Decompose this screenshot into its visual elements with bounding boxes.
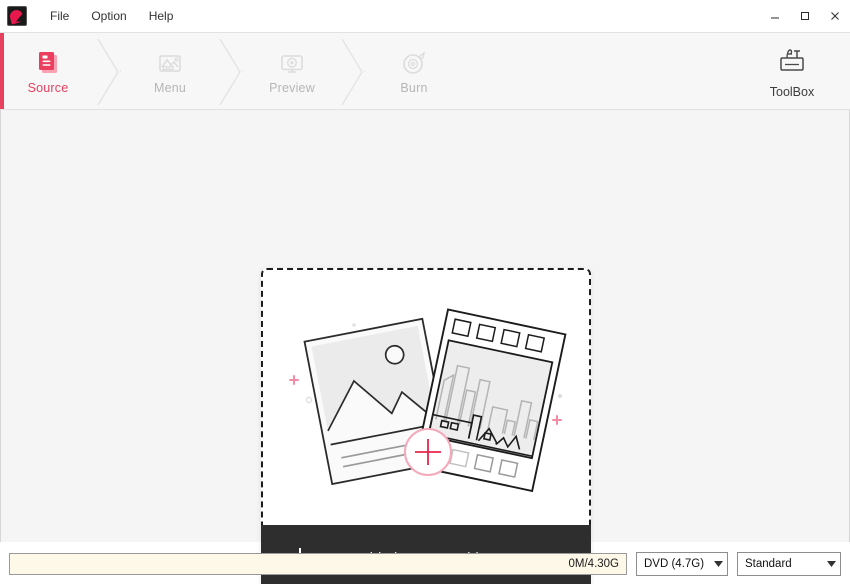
step-list: Source Menu Preview Burn [0, 33, 458, 109]
step-preview-label: Preview [269, 80, 315, 95]
quality-value: Standard [745, 557, 792, 570]
disc-icon [397, 48, 431, 78]
step-burn[interactable]: Burn [370, 33, 458, 109]
monitor-play-icon [275, 48, 309, 78]
menu-item-option[interactable]: Option [80, 5, 137, 27]
minimize-icon [771, 17, 779, 19]
step-separator-3 [336, 33, 370, 109]
disc-type-select[interactable]: DVD (4.7G) [636, 551, 728, 576]
quality-select[interactable]: Standard [737, 551, 841, 576]
toolbox-label: ToolBox [769, 84, 815, 99]
picture-icon [153, 48, 187, 78]
app-logo-icon [7, 5, 27, 26]
title-bar: File Option Help [0, 0, 850, 32]
menu-item-file[interactable]: File [39, 5, 80, 27]
toolbox-button[interactable]: ToolBox [752, 33, 832, 109]
maximize-icon [801, 12, 809, 20]
disc-type-value: DVD (4.7G) [644, 557, 705, 570]
add-plus-circle-icon [404, 428, 452, 476]
maximize-button[interactable] [790, 1, 820, 31]
toolbox-icon [775, 44, 809, 81]
menu-item-help[interactable]: Help [138, 5, 185, 27]
window-controls [760, 0, 850, 32]
drop-zone[interactable] [261, 268, 591, 525]
step-preview[interactable]: Preview [248, 33, 336, 109]
main-canvas: Add pictures or videos [0, 110, 850, 584]
step-menu[interactable]: Menu [126, 33, 214, 109]
disc-capacity-label: 0M/4.30G [568, 557, 620, 570]
step-menu-label: Menu [153, 80, 187, 95]
application-window: File Option Help Source Menu Preview Bur… [0, 0, 850, 584]
chevron-down-icon [709, 553, 727, 575]
close-button[interactable] [820, 1, 850, 31]
step-source[interactable]: Source [4, 33, 92, 109]
menu-bar: File Option Help [39, 5, 184, 27]
photos-and-filmstrip-illustration [289, 308, 567, 493]
minimize-button[interactable] [760, 1, 790, 31]
disc-capacity-bar[interactable]: 0M/4.30G [9, 552, 627, 575]
step-toolbar: Source Menu Preview Burn ToolBox [0, 32, 850, 110]
documents-icon [31, 48, 65, 78]
step-separator-1 [92, 33, 126, 109]
step-separator-2 [214, 33, 248, 109]
chevron-down-icon [822, 553, 840, 575]
close-icon [831, 12, 839, 20]
add-media-card: Add pictures or videos [261, 268, 591, 584]
step-source-label: Source [27, 80, 69, 95]
step-burn-label: Burn [400, 80, 428, 95]
